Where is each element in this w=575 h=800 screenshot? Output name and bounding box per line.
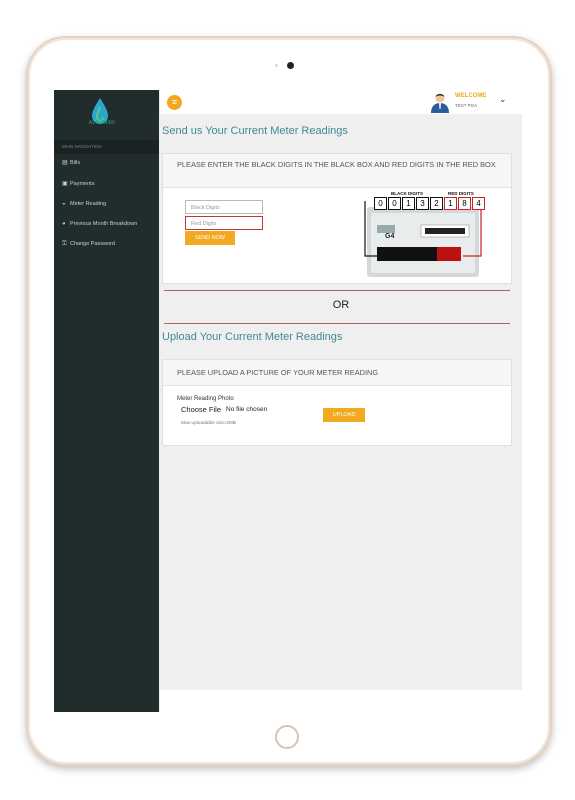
upload-section-title: Upload Your Current Meter Readings [162,331,343,343]
choose-file-button[interactable]: Choose File [181,405,221,414]
divider-bottom [164,323,510,324]
tablet-camera [287,62,294,69]
key-icon: ⚿ [62,241,67,247]
gauge-icon: ◒ [62,201,66,207]
meter-digit: 1 [402,197,415,210]
max-size-note: Max uploadable size:2MB [181,421,236,426]
meter-digit: 1 [444,197,457,210]
or-separator: OR [332,299,350,311]
red-digits-caption: RED DIGITS [448,191,474,196]
send-now-button[interactable]: SEND NOW [185,231,235,245]
upload-button[interactable]: UPLOAD [323,408,365,422]
sidebar-item-previous-month[interactable]: ◕ Previous Month Breakdown [62,219,162,229]
meter-digit: 0 [374,197,387,210]
tablet-sensor [275,64,278,67]
black-digits-caption: BLACK DIGITS [391,191,423,196]
sidebar-item-payments[interactable]: ▣ Payments [62,179,162,189]
red-digits-input[interactable]: Red Digits [185,216,263,230]
upload-instruction: PLEASE UPLOAD A PICTURE OF YOUR METER RE… [163,360,511,386]
footer [160,690,522,712]
sidebar-item-label: Previous Month Breakdown [70,221,138,227]
user-name: TEST POA [455,103,478,108]
logo-icon[interactable] [70,94,130,138]
manual-section-title: Send us Your Current Meter Readings [162,125,348,137]
hamburger-icon[interactable]: ≡ [167,95,182,110]
chevron-down-icon[interactable]: ⌄ [499,94,507,105]
manual-instruction: PLEASE ENTER THE BLACK DIGITS IN THE BLA… [163,154,511,188]
black-digits-input[interactable]: Black Digits [185,200,263,214]
sidebar: AL FANAR MAIN NAVIGATION ▤ Bills ▣ Payment… [54,90,159,712]
divider-top [164,290,510,291]
sidebar-item-label: Meter Reading [70,201,107,207]
meter-digit: 3 [416,197,429,210]
meter-digit: 0 [388,197,401,210]
sidebar-item-label: Bills [70,160,81,166]
meter-digit: 4 [472,197,485,210]
meter-digit: 2 [430,197,443,210]
welcome-text: WELCOME [455,93,487,99]
manual-panel: PLEASE ENTER THE BLACK DIGITS IN THE BLA… [162,153,512,284]
pie-icon: ◕ [62,221,66,227]
upload-panel: PLEASE UPLOAD A PICTURE OF YOUR METER RE… [162,359,512,446]
avatar[interactable] [430,92,450,113]
sidebar-item-meter-reading[interactable]: ◒ Meter Reading [62,199,162,209]
top-bar: ≡ WELCOME TEST POA ⌄ [160,90,522,114]
sidebar-item-label: Change Password [70,241,115,247]
content: Send us Your Current Meter Readings PLEA… [160,114,522,690]
photo-label: Meter Reading Photo [177,396,234,402]
sidebar-item-label: Payments [70,181,95,187]
app-screen: AL FANAR MAIN NAVIGATION ▤ Bills ▣ Payment… [54,90,522,712]
file-status: No file chosen [226,406,268,413]
nav-section-header: MAIN NAVIGATION [54,140,159,154]
meter-digits: 0 0 1 3 2 1 8 4 [374,197,485,210]
home-button[interactable] [275,725,299,749]
list-icon: ▤ [62,160,68,166]
money-icon: ▣ [62,181,68,187]
sidebar-item-bills[interactable]: ▤ Bills [62,158,162,168]
meter-digit: 8 [458,197,471,210]
main-area: ≡ WELCOME TEST POA ⌄ Send us Your Curren… [160,90,522,690]
logo-text: AL FANAR [88,120,116,126]
sidebar-item-change-password[interactable]: ⚿ Change Password [62,239,162,249]
meter-model: G4 [385,233,395,240]
